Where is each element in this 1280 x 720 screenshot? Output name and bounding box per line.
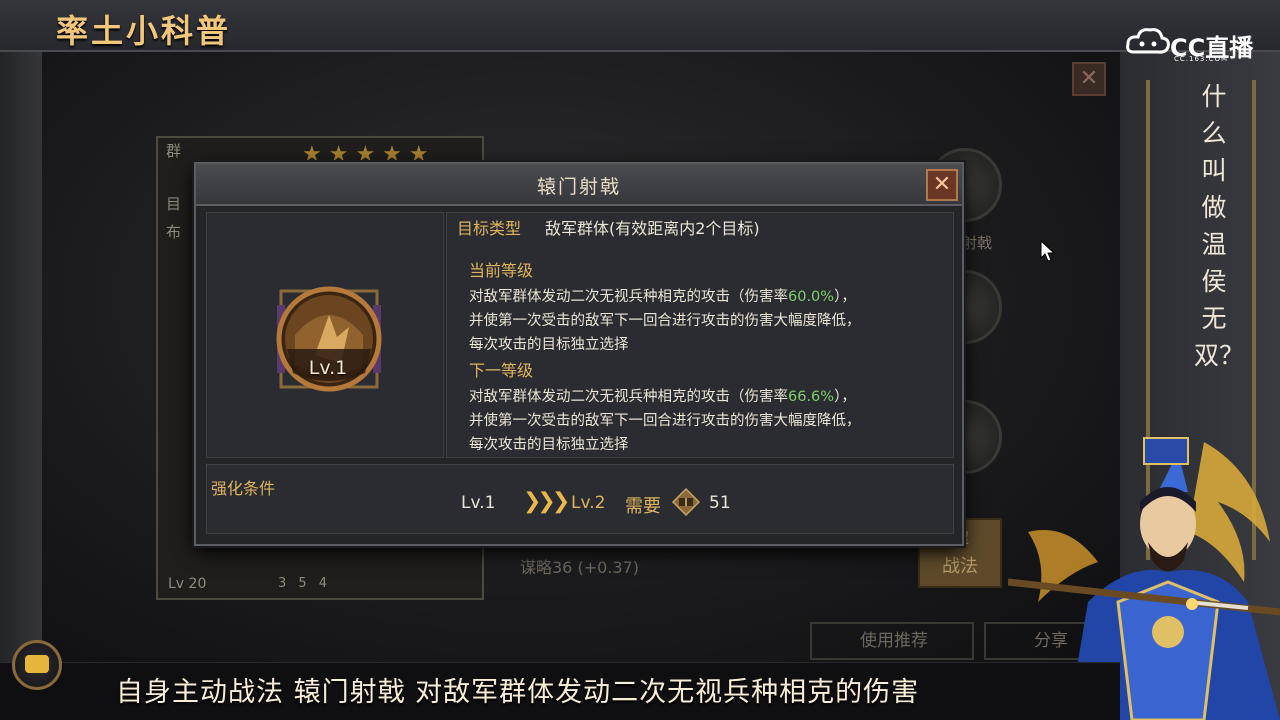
skill-book-icon bbox=[671, 487, 701, 517]
show-title: 率土小科普 bbox=[56, 12, 232, 50]
cloud-icon bbox=[1126, 28, 1170, 54]
chat-button[interactable] bbox=[12, 640, 62, 690]
hero-info-tag-1: 目 bbox=[166, 195, 182, 213]
hero-faction: 群 bbox=[166, 142, 182, 160]
upgrade-from-level: Lv.1 bbox=[461, 493, 496, 513]
skill-description-panel: 目标类型 敌军群体(有效距离内2个目标) 当前等级 对敌军群体发动二次无视兵种相… bbox=[446, 212, 954, 458]
background-close-button[interactable]: ✕ bbox=[1072, 62, 1106, 96]
strategy-stat: 谋略36 (+0.37) bbox=[520, 558, 639, 577]
top-banner: 率土小科普 bbox=[0, 0, 1280, 52]
current-desc-line-2: 并使第一次受击的敌军下一回合进行攻击的伤害大幅度降低， bbox=[469, 313, 861, 329]
next-desc-line-1: 对敌军群体发动二次无视兵种相克的攻击（伤害率66.6%）， bbox=[469, 385, 856, 406]
cc-live-logo: CC直播 CC.163.COM bbox=[1126, 24, 1266, 68]
cc-live-domain: CC.163.COM bbox=[1174, 55, 1229, 63]
target-type-value: 敌军群体(有效距离内2个目标) bbox=[545, 219, 760, 238]
use-recommend-button[interactable]: 使用推荐 bbox=[810, 622, 974, 660]
skill-slot-label: 射戟 bbox=[962, 234, 993, 252]
upgrade-arrows-icon: ❯❯❯ bbox=[523, 489, 570, 514]
current-desc-line-1: 对敌军群体发动二次无视兵种相克的攻击（伤害率60.0%）， bbox=[469, 285, 856, 306]
current-desc-end: ）， bbox=[834, 289, 856, 305]
upgrade-to-level: Lv.2 bbox=[571, 493, 606, 513]
current-level-title: 当前等级 bbox=[469, 261, 534, 280]
next-desc-text: 对敌军群体发动二次无视兵种相克的攻击（伤害率 bbox=[469, 389, 788, 405]
next-desc-line-3: 每次攻击的目标独立选择 bbox=[469, 437, 629, 453]
left-frame bbox=[0, 52, 42, 720]
next-desc-end: ）， bbox=[834, 389, 856, 405]
hero-level: Lv 20 bbox=[168, 576, 207, 592]
mouse-cursor-icon bbox=[1040, 240, 1056, 262]
chat-bubble-icon bbox=[25, 655, 49, 673]
current-desc-line-3: 每次攻击的目标独立选择 bbox=[469, 337, 629, 353]
modal-close-button[interactable]: ✕ bbox=[926, 169, 958, 201]
skill-icon-panel: Lv.1 bbox=[206, 212, 444, 458]
hero-stats: 3 5 4 bbox=[278, 576, 332, 591]
next-damage-rate: 66.6% bbox=[788, 389, 835, 405]
skill-level-badge: Lv.1 bbox=[308, 357, 348, 379]
modal-header: 辕门射戟 ✕ bbox=[196, 164, 962, 206]
requirement-count: 51 bbox=[709, 493, 731, 513]
requirement-label: 需要 bbox=[625, 496, 661, 517]
next-level-title: 下一等级 bbox=[469, 361, 534, 380]
next-desc-line-2: 并使第一次受击的敌军下一回合进行攻击的伤害大幅度降低， bbox=[469, 413, 861, 429]
current-desc-text: 对敌军群体发动二次无视兵种相克的攻击（伤害率 bbox=[469, 289, 788, 305]
upgrade-condition-label: 强化条件 bbox=[211, 479, 276, 498]
subtitle-caption: 自身主动战法 辕门射戟 对敌军群体发动二次无视兵种相克的伤害 bbox=[116, 677, 920, 708]
side-caption: 什么叫做温侯无双？ bbox=[1194, 82, 1245, 370]
modal-title: 辕门射戟 bbox=[536, 176, 621, 198]
hero-info-tag-2: 布 bbox=[166, 223, 182, 241]
upgrade-panel: 强化条件 Lv.1 ❯❯❯ Lv.2 需要 51 bbox=[206, 464, 954, 534]
skill-detail-modal: 辕门射戟 ✕ Lv.1 目标类型 敌军群体(有效距离内2个目标) 当前等级 对敌… bbox=[194, 162, 964, 546]
target-type-label: 目标类型 bbox=[457, 219, 522, 238]
current-damage-rate: 60.0% bbox=[788, 289, 835, 305]
